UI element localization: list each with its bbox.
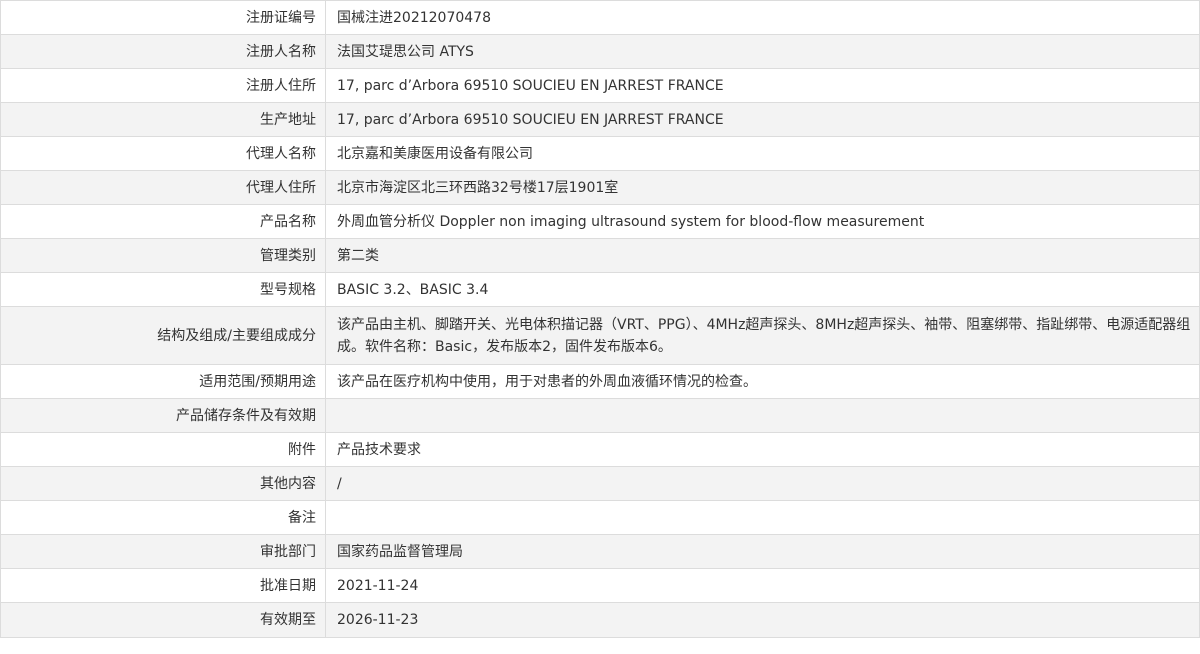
field-label: 注册人住所 — [0, 68, 326, 103]
table-row-model-spec: 型号规格 BASIC 3.2、BASIC 3.4 — [0, 272, 1200, 307]
field-value: 2021-11-24 — [325, 568, 1200, 603]
field-value: 产品技术要求 — [325, 432, 1200, 467]
table-row-storage-validity: 产品储存条件及有效期 — [0, 398, 1200, 433]
field-value — [325, 500, 1200, 535]
field-label: 注册人名称 — [0, 34, 326, 69]
table-row-product-name: 产品名称 外周血管分析仪 Doppler non imaging ultraso… — [0, 204, 1200, 239]
field-value: 北京嘉和美康医用设备有限公司 — [325, 136, 1200, 171]
table-row-intended-use: 适用范围/预期用途 该产品在医疗机构中使用，用于对患者的外周血液循环情况的检查。 — [0, 364, 1200, 399]
field-label: 型号规格 — [0, 272, 326, 307]
field-label: 产品储存条件及有效期 — [0, 398, 326, 433]
field-value: 该产品在医疗机构中使用，用于对患者的外周血液循环情况的检查。 — [325, 364, 1200, 399]
field-label: 生产地址 — [0, 102, 326, 137]
field-label: 审批部门 — [0, 534, 326, 569]
field-label: 代理人住所 — [0, 170, 326, 205]
table-row-registrant-address: 注册人住所 17, parc d’Arbora 69510 SOUCIEU EN… — [0, 68, 1200, 103]
field-label: 结构及组成/主要组成成分 — [0, 306, 326, 365]
table-row-production-address: 生产地址 17, parc d’Arbora 69510 SOUCIEU EN … — [0, 102, 1200, 137]
field-label: 附件 — [0, 432, 326, 467]
table-row-attachments: 附件 产品技术要求 — [0, 432, 1200, 467]
table-row-other-content: 其他内容 / — [0, 466, 1200, 501]
field-value: 法国艾瑅思公司 ATYS — [325, 34, 1200, 69]
field-value: / — [325, 466, 1200, 501]
field-value: 第二类 — [325, 238, 1200, 273]
field-value: 17, parc d’Arbora 69510 SOUCIEU EN JARRE… — [325, 68, 1200, 103]
field-label: 其他内容 — [0, 466, 326, 501]
field-value: 国械注进20212070478 — [325, 0, 1200, 35]
table-row-registration-number: 注册证编号 国械注进20212070478 — [0, 0, 1200, 35]
field-value: 2026-11-23 — [325, 602, 1200, 638]
field-value: 国家药品监督管理局 — [325, 534, 1200, 569]
field-label: 批准日期 — [0, 568, 326, 603]
field-label: 注册证编号 — [0, 0, 326, 35]
field-label: 有效期至 — [0, 602, 326, 638]
field-label: 管理类别 — [0, 238, 326, 273]
table-row-agent-address: 代理人住所 北京市海淀区北三环西路32号楼17层1901室 — [0, 170, 1200, 205]
field-label: 备注 — [0, 500, 326, 535]
field-value: BASIC 3.2、BASIC 3.4 — [325, 272, 1200, 307]
table-row-structure-composition: 结构及组成/主要组成成分 该产品由主机、脚踏开关、光电体积描记器（VRT、PPG… — [0, 306, 1200, 365]
registration-detail-table: 注册证编号 国械注进20212070478 注册人名称 法国艾瑅思公司 ATYS… — [0, 0, 1200, 638]
table-row-approval-date: 批准日期 2021-11-24 — [0, 568, 1200, 603]
field-label: 产品名称 — [0, 204, 326, 239]
table-row-valid-until: 有效期至 2026-11-23 — [0, 602, 1200, 638]
field-label: 代理人名称 — [0, 136, 326, 171]
table-row-remarks: 备注 — [0, 500, 1200, 535]
table-row-registrant-name: 注册人名称 法国艾瑅思公司 ATYS — [0, 34, 1200, 69]
table-row-management-category: 管理类别 第二类 — [0, 238, 1200, 273]
field-value: 北京市海淀区北三环西路32号楼17层1901室 — [325, 170, 1200, 205]
field-value: 17, parc d’Arbora 69510 SOUCIEU EN JARRE… — [325, 102, 1200, 137]
field-value — [325, 398, 1200, 433]
field-value: 外周血管分析仪 Doppler non imaging ultrasound s… — [325, 204, 1200, 239]
table-row-approval-department: 审批部门 国家药品监督管理局 — [0, 534, 1200, 569]
table-row-agent-name: 代理人名称 北京嘉和美康医用设备有限公司 — [0, 136, 1200, 171]
field-value: 该产品由主机、脚踏开关、光电体积描记器（VRT、PPG）、4MHz超声探头、8M… — [325, 306, 1200, 365]
field-label: 适用范围/预期用途 — [0, 364, 326, 399]
